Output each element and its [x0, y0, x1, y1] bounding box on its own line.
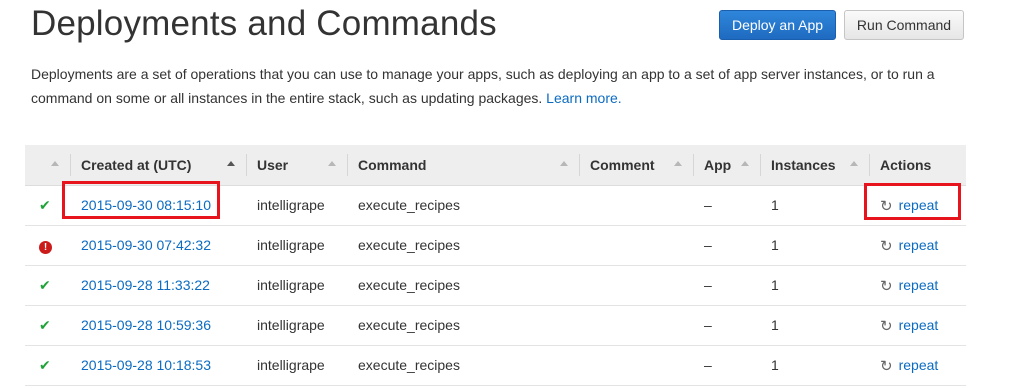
- actions-cell: ↻ repeat: [870, 185, 966, 226]
- user-cell: intelligrape: [247, 265, 348, 306]
- user-cell: intelligrape: [247, 225, 348, 266]
- learn-more-link[interactable]: Learn more.: [546, 90, 621, 106]
- status-column-header[interactable]: [25, 145, 71, 186]
- refresh-icon[interactable]: ↻: [880, 238, 893, 255]
- comment-column-header[interactable]: Comment: [580, 145, 694, 186]
- status-cell: ✔: [25, 185, 71, 226]
- actions-cell: ↻ repeat: [870, 265, 966, 306]
- app-cell: –: [694, 345, 761, 386]
- app-cell: –: [694, 185, 761, 226]
- instances-cell: 1: [761, 185, 870, 226]
- table-row: ✔ 2015-09-30 08:15:10 intelligrape execute_…: [25, 185, 966, 226]
- instances-column-header[interactable]: Instances: [761, 145, 870, 186]
- created-cell: 2015-09-28 10:18:53: [71, 345, 247, 386]
- app-cell: –: [694, 265, 761, 306]
- table-header-row: Created at (UTC) User Command Comment Ap…: [25, 145, 966, 186]
- refresh-icon[interactable]: ↻: [880, 198, 893, 215]
- actions-cell: ↻ repeat: [870, 345, 966, 386]
- command-cell: execute_recipes: [348, 185, 580, 226]
- table-row: ✔ 2015-09-28 11:33:22 intelligrape execute_…: [25, 265, 966, 306]
- refresh-icon[interactable]: ↻: [880, 318, 893, 335]
- app-column-header[interactable]: App: [694, 145, 761, 186]
- error-icon: !: [39, 240, 52, 254]
- instances-cell: 1: [761, 265, 870, 306]
- repeat-link[interactable]: repeat: [899, 277, 939, 293]
- user-cell: intelligrape: [247, 345, 348, 386]
- status-cell: ✔: [25, 265, 71, 306]
- repeat-link[interactable]: repeat: [899, 317, 939, 333]
- user-column-header[interactable]: User: [247, 145, 348, 186]
- check-icon: ✔: [39, 356, 51, 373]
- page-description: Deployments are a set of operations that…: [31, 62, 981, 110]
- sort-icon[interactable]: [227, 161, 235, 166]
- sort-icon[interactable]: [328, 161, 336, 166]
- status-cell: ✔: [25, 345, 71, 386]
- created-link[interactable]: 2015-09-28 10:18:53: [81, 357, 211, 373]
- command-column-header[interactable]: Command: [348, 145, 580, 186]
- deployments-table: Created at (UTC) User Command Comment Ap…: [25, 145, 966, 386]
- status-cell: !: [25, 225, 71, 266]
- command-cell: execute_recipes: [348, 225, 580, 266]
- command-cell: execute_recipes: [348, 305, 580, 346]
- app-cell: –: [694, 305, 761, 346]
- check-icon: ✔: [39, 276, 51, 293]
- comment-cell: [580, 225, 694, 266]
- user-cell: intelligrape: [247, 305, 348, 346]
- actions-cell: ↻ repeat: [870, 305, 966, 346]
- comment-cell: [580, 345, 694, 386]
- comment-cell: [580, 305, 694, 346]
- created-cell: 2015-09-30 07:42:32: [71, 225, 247, 266]
- check-icon: ✔: [39, 196, 51, 213]
- created-link[interactable]: 2015-09-28 10:59:36: [81, 317, 211, 333]
- run-command-button[interactable]: Run Command: [844, 10, 964, 40]
- created-link[interactable]: 2015-09-30 08:15:10: [81, 197, 211, 213]
- created-link[interactable]: 2015-09-30 07:42:32: [81, 237, 211, 253]
- table-row: ✔ 2015-09-28 10:59:36 intelligrape execute_…: [25, 305, 966, 346]
- created-cell: 2015-09-30 08:15:10: [71, 185, 247, 226]
- instances-cell: 1: [761, 345, 870, 386]
- refresh-icon[interactable]: ↻: [880, 278, 893, 295]
- repeat-link[interactable]: repeat: [899, 237, 939, 253]
- refresh-icon[interactable]: ↻: [880, 358, 893, 375]
- created-cell: 2015-09-28 10:59:36: [71, 305, 247, 346]
- instances-cell: 1: [761, 225, 870, 266]
- repeat-link[interactable]: repeat: [899, 357, 939, 373]
- check-icon: ✔: [39, 316, 51, 333]
- instances-cell: 1: [761, 305, 870, 346]
- actions-cell: ↻ repeat: [870, 225, 966, 266]
- sort-icon[interactable]: [850, 161, 858, 166]
- comment-cell: [580, 185, 694, 226]
- app-cell: –: [694, 225, 761, 266]
- status-cell: ✔: [25, 305, 71, 346]
- table-row: ! 2015-09-30 07:42:32 intelligrape execute_…: [25, 225, 966, 266]
- command-cell: execute_recipes: [348, 265, 580, 306]
- sort-icon[interactable]: [560, 161, 568, 166]
- table-row: ✔ 2015-09-28 10:18:53 intelligrape execute_…: [25, 345, 966, 386]
- comment-cell: [580, 265, 694, 306]
- created-cell: 2015-09-28 11:33:22: [71, 265, 247, 306]
- sort-icon[interactable]: [674, 161, 682, 166]
- created-link[interactable]: 2015-09-28 11:33:22: [81, 277, 210, 293]
- user-cell: intelligrape: [247, 185, 348, 226]
- sort-icon[interactable]: [51, 161, 59, 166]
- repeat-link[interactable]: repeat: [899, 197, 939, 213]
- deploy-app-button[interactable]: Deploy an App: [719, 10, 836, 40]
- description-text: Deployments are a set of operations that…: [31, 66, 935, 106]
- created-column-header[interactable]: Created at (UTC): [71, 145, 247, 186]
- page-title: Deployments and Commands: [31, 4, 497, 43]
- command-cell: execute_recipes: [348, 345, 580, 386]
- sort-icon[interactable]: [741, 161, 749, 166]
- actions-column-header: Actions: [870, 145, 966, 186]
